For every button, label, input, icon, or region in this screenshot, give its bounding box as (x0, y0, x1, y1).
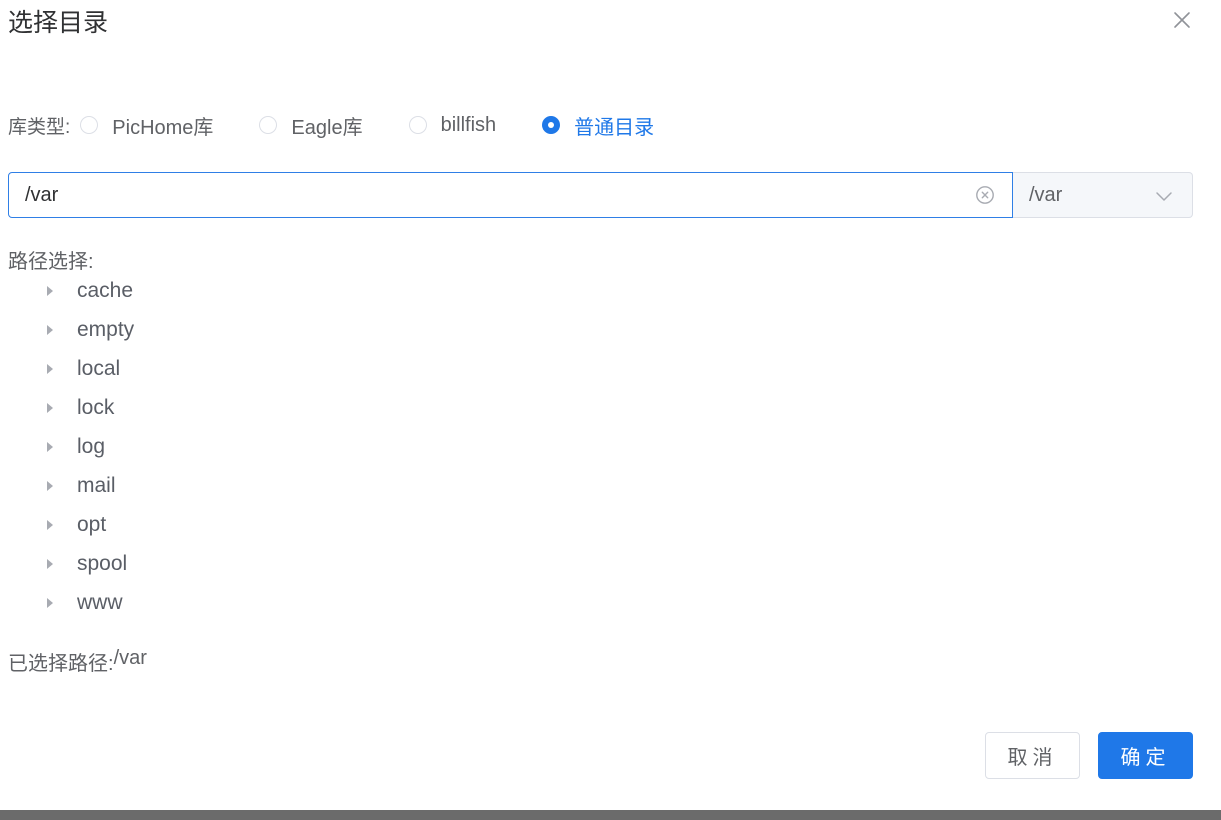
directory-tree: cache empty local lock log mail opt spoo… (40, 271, 640, 622)
selected-path: 已选择路径: /var (8, 647, 147, 676)
selected-path-value: /var (113, 647, 147, 669)
caret-right-icon[interactable] (40, 281, 60, 301)
tree-node-label: empty (77, 317, 135, 341)
library-type-row: 库类型: PicHome库 Eagle库 billfish 普通目录 (8, 108, 700, 142)
caret-right-icon[interactable] (40, 320, 60, 340)
radio-circle-checked (542, 116, 561, 134)
radio-circle (80, 116, 99, 134)
tree-node-label: local (77, 356, 121, 380)
tree-node-label: www (77, 590, 123, 614)
tree-node[interactable]: empty (40, 310, 640, 349)
dialog-title: 选择目录 (8, 9, 109, 37)
confirm-button[interactable]: 确定 (1098, 732, 1193, 779)
caret-right-icon[interactable] (40, 398, 60, 418)
tree-node[interactable]: opt (40, 505, 640, 544)
radio-billfish[interactable]: billfish (408, 113, 497, 137)
radio-eagle[interactable]: Eagle库 (259, 111, 363, 140)
close-icon (1174, 12, 1190, 28)
path-select-label: 路径选择: (8, 251, 94, 273)
bottom-overlay-bar (0, 810, 1221, 820)
tree-node[interactable]: lock (40, 388, 640, 427)
chevron-down-icon (1156, 192, 1172, 201)
radio-pichome[interactable]: PicHome库 (80, 111, 213, 140)
cancel-button[interactable]: 取消 (985, 732, 1080, 779)
tree-node-label: spool (77, 551, 128, 575)
radio-circle (259, 116, 278, 134)
caret-right-icon[interactable] (40, 476, 60, 496)
radio-normal-directory[interactable]: 普通目录 (542, 111, 654, 140)
radio-label: PicHome库 (112, 116, 214, 139)
radio-label: 普通目录 (574, 116, 655, 139)
radio-circle (408, 116, 427, 134)
tree-node-label: lock (77, 395, 115, 419)
path-input[interactable] (25, 173, 965, 217)
circle-close-icon (976, 186, 994, 204)
path-input-wrapper (8, 172, 1013, 218)
tree-node-label: cache (77, 278, 134, 302)
caret-right-icon[interactable] (40, 515, 60, 535)
clear-input-button[interactable] (975, 185, 995, 205)
close-button[interactable] (1170, 8, 1194, 32)
tree-node[interactable]: spool (40, 544, 640, 583)
tree-node-label: opt (77, 512, 107, 536)
tree-node[interactable]: www (40, 583, 640, 622)
tree-node-label: mail (77, 473, 116, 497)
radio-label: billfish (440, 113, 497, 136)
root-path-select-value: /var (1029, 184, 1063, 206)
tree-node[interactable]: cache (40, 271, 640, 310)
select-directory-dialog: 选择目录 库类型: PicHome库 Eagle库 billfish 普通目录 (0, 0, 1221, 810)
root-path-select[interactable]: /var (1013, 172, 1193, 218)
caret-right-icon[interactable] (40, 437, 60, 457)
library-type-label: 库类型: (8, 116, 71, 138)
selected-path-label: 已选择路径: (8, 653, 114, 675)
caret-right-icon[interactable] (40, 593, 60, 613)
caret-right-icon[interactable] (40, 554, 60, 574)
radio-label: Eagle库 (291, 116, 363, 139)
caret-right-icon[interactable] (40, 359, 60, 379)
tree-node[interactable]: log (40, 427, 640, 466)
tree-node-label: log (77, 434, 106, 458)
tree-node[interactable]: local (40, 349, 640, 388)
tree-node[interactable]: mail (40, 466, 640, 505)
